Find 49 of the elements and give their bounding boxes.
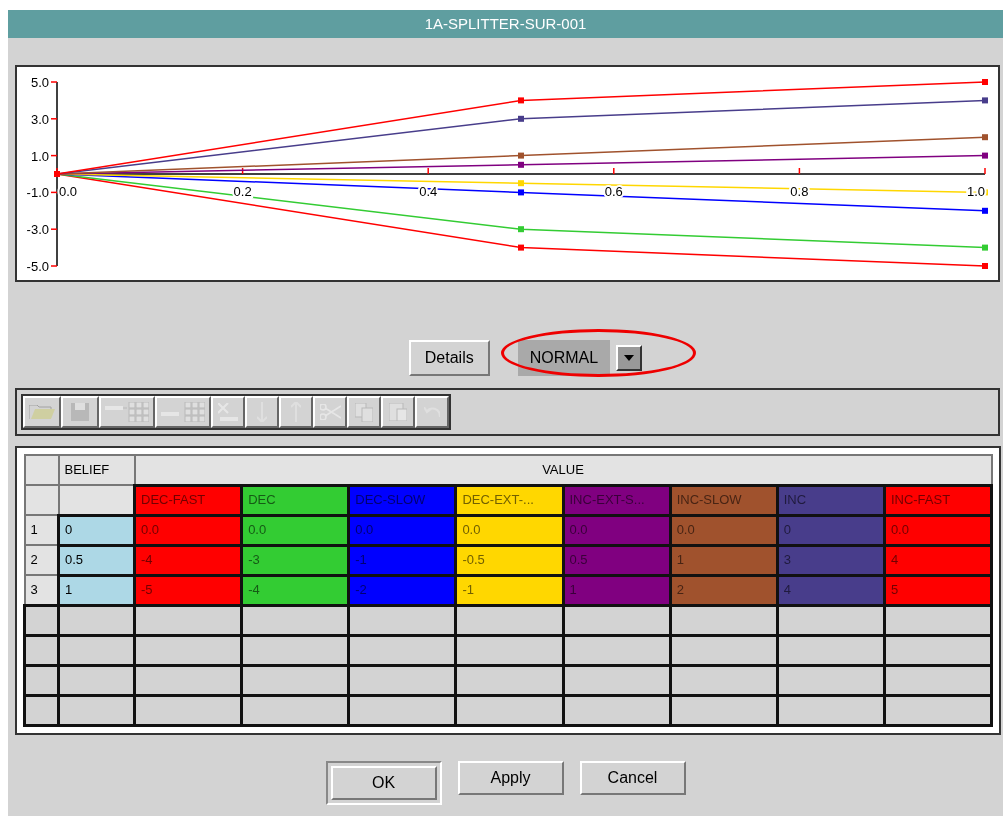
table-cell: -5: [134, 575, 242, 605]
column-header: BELIEF: [58, 455, 135, 485]
row-number: 1: [24, 515, 59, 545]
axis-label: -1.0: [26, 185, 49, 201]
table-cell: -1: [455, 575, 563, 605]
row-number: 2: [24, 545, 59, 575]
table-cell: 0: [58, 515, 135, 545]
axis-label: 0.2: [233, 184, 252, 199]
table-cell: -4: [241, 575, 349, 605]
table-cell: 4: [884, 545, 992, 575]
column-header: DEC-EXT-...: [455, 485, 563, 515]
table-cell: 1: [58, 575, 135, 605]
table-cell: -1: [348, 545, 456, 575]
column-header: DEC-SLOW: [348, 485, 456, 515]
axis-label: -3.0: [26, 222, 49, 238]
table-cell: 0.0: [563, 515, 671, 545]
table-cell: -2: [348, 575, 456, 605]
column-header: INC-FAST: [884, 485, 992, 515]
axis-label: 3.0: [30, 111, 49, 127]
table-cell: 0: [777, 515, 885, 545]
axis-label: 1.0: [30, 148, 49, 164]
table-cell: -4: [134, 545, 242, 575]
table-cell: 1: [670, 545, 778, 575]
column-header: DEC: [241, 485, 349, 515]
axis-label: -5.0: [26, 259, 49, 274]
table-cell: 4: [777, 575, 885, 605]
window-title: 1A-SPLITTER-SUR-001: [8, 10, 1003, 38]
axis-label: 0.0: [59, 184, 78, 199]
column-header: VALUE: [134, 455, 992, 485]
axis-label: 5.0: [30, 75, 49, 90]
table-cell: 0.0: [670, 515, 778, 545]
row-number: 3: [24, 575, 59, 605]
column-header: INC: [777, 485, 885, 515]
table-cell: -3: [241, 545, 349, 575]
table-cell: 0.5: [563, 545, 671, 575]
table-cell: 2: [670, 575, 778, 605]
table-cell: 0.0: [241, 515, 349, 545]
table-cell: 0.0: [455, 515, 563, 545]
column-header: INC-SLOW: [670, 485, 778, 515]
table-cell: 0.0: [134, 515, 242, 545]
table-cell: 0.5: [58, 545, 135, 575]
column-header: DEC-FAST: [134, 485, 242, 515]
table-cell: 0.0: [348, 515, 456, 545]
table-cell: 0.0: [884, 515, 992, 545]
table-cell: 1: [563, 575, 671, 605]
table-cell: 5: [884, 575, 992, 605]
column-header: INC-EXT-S...: [563, 485, 671, 515]
table-cell: -0.5: [455, 545, 563, 575]
table-cell: 3: [777, 545, 885, 575]
